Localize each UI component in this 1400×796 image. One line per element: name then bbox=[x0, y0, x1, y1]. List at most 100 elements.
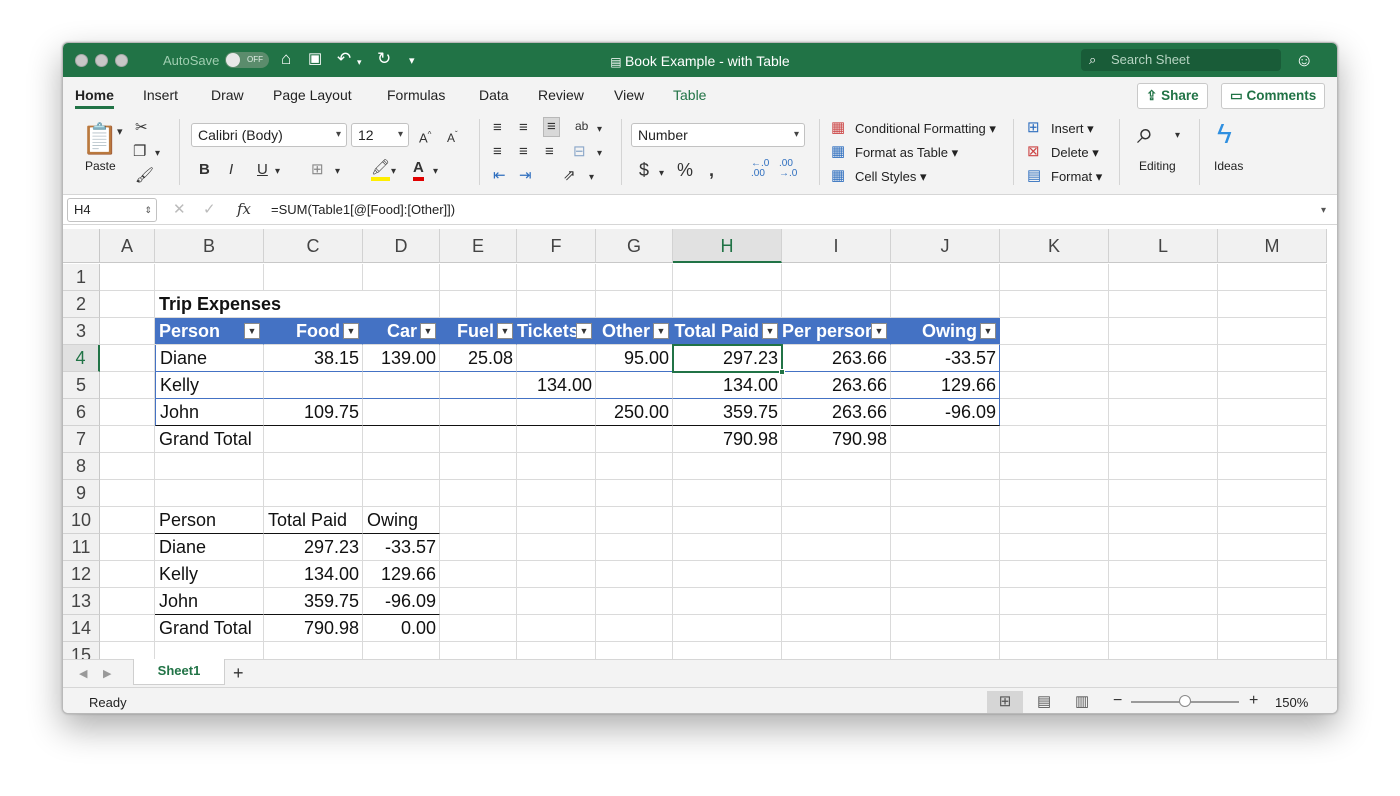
grid-cell[interactable] bbox=[100, 264, 155, 291]
borders-icon[interactable]: ⊞ bbox=[311, 161, 324, 179]
grid-cell[interactable] bbox=[264, 642, 363, 659]
align-center-icon[interactable]: ≡ bbox=[519, 143, 528, 161]
table-person-cell[interactable]: Diane bbox=[155, 345, 264, 372]
summary-value-cell[interactable]: 134.00 bbox=[264, 561, 363, 588]
filter-dropdown-icon[interactable]: ▼ bbox=[244, 323, 260, 339]
grid-cell[interactable] bbox=[100, 453, 155, 480]
grid-cell[interactable] bbox=[596, 453, 673, 480]
row-header[interactable]: 8 bbox=[63, 453, 100, 480]
table-value-cell[interactable]: 139.00 bbox=[363, 345, 440, 372]
format-cells-button[interactable]: Format ▾ bbox=[1051, 169, 1102, 185]
grid-cell[interactable] bbox=[1109, 615, 1218, 642]
format-as-table-button[interactable]: Format as Table ▾ bbox=[855, 145, 958, 161]
grid-cell[interactable] bbox=[1109, 507, 1218, 534]
paste-dropdown-icon[interactable]: ▾ bbox=[117, 123, 123, 141]
row-header[interactable]: 4 bbox=[63, 345, 100, 372]
row-header[interactable]: 2 bbox=[63, 291, 100, 318]
cut-icon[interactable]: ✂ bbox=[135, 119, 148, 137]
normal-view-icon[interactable]: ⊞ bbox=[987, 691, 1023, 713]
row-header[interactable]: 9 bbox=[63, 480, 100, 507]
table-value-cell[interactable]: 263.66 bbox=[782, 345, 891, 372]
grid-cell[interactable] bbox=[100, 345, 155, 372]
grid-cell[interactable] bbox=[517, 588, 596, 615]
tab-view[interactable]: View bbox=[614, 87, 644, 103]
grand-total-cell[interactable] bbox=[440, 426, 517, 453]
grid-cell[interactable] bbox=[1218, 291, 1327, 318]
summary-value-cell[interactable]: -96.09 bbox=[363, 588, 440, 615]
grid-cell[interactable] bbox=[891, 264, 1000, 291]
grid-cell[interactable] bbox=[1000, 399, 1109, 426]
zoom-in-icon[interactable]: + bbox=[1249, 692, 1258, 710]
grid-cell[interactable] bbox=[782, 453, 891, 480]
summary-value-cell[interactable]: 129.66 bbox=[363, 561, 440, 588]
grid-cell[interactable] bbox=[1109, 480, 1218, 507]
grand-total-cell[interactable] bbox=[596, 426, 673, 453]
grid-cell[interactable] bbox=[1218, 615, 1327, 642]
table-header[interactable]: Other ▼ bbox=[596, 318, 673, 345]
table-header[interactable]: Total Paid ▼ bbox=[673, 318, 782, 345]
paste-icon[interactable]: 📋 bbox=[81, 123, 118, 157]
font-color-dropdown-icon[interactable]: ▾ bbox=[433, 163, 438, 181]
grid-cell[interactable] bbox=[1109, 453, 1218, 480]
font-name-select[interactable]: Calibri (Body) ▾ bbox=[191, 123, 347, 147]
table-header[interactable]: Food ▼ bbox=[264, 318, 363, 345]
tab-review[interactable]: Review bbox=[538, 87, 584, 103]
search-sheet-input[interactable]: ⌕ Search Sheet bbox=[1081, 49, 1281, 71]
table-value-cell[interactable]: 25.08 bbox=[440, 345, 517, 372]
table-value-cell[interactable] bbox=[363, 399, 440, 426]
merge-dropdown-icon[interactable]: ▾ bbox=[589, 169, 594, 187]
table-value-cell[interactable]: 134.00 bbox=[517, 372, 596, 399]
ideas-label[interactable]: Ideas bbox=[1214, 159, 1243, 173]
name-box-stepper-icon[interactable]: ⇕ bbox=[144, 199, 152, 221]
grid-cell[interactable] bbox=[517, 507, 596, 534]
page-break-view-icon[interactable]: ▥ bbox=[1075, 693, 1089, 711]
tab-page-layout[interactable]: Page Layout bbox=[273, 87, 352, 103]
grand-total-label[interactable]: Grand Total bbox=[155, 426, 264, 453]
grid-cell[interactable] bbox=[673, 588, 782, 615]
grid-cell[interactable] bbox=[440, 588, 517, 615]
grid-cell[interactable] bbox=[891, 291, 1000, 318]
previous-sheet-icon[interactable]: ◀ bbox=[79, 665, 87, 683]
grid-cell[interactable] bbox=[100, 399, 155, 426]
column-header[interactable]: G bbox=[596, 229, 673, 263]
table-value-cell[interactable]: -33.57 bbox=[891, 345, 1000, 372]
tab-data[interactable]: Data bbox=[479, 87, 509, 103]
row-header[interactable]: 6 bbox=[63, 399, 100, 426]
bold-icon[interactable]: B bbox=[199, 161, 210, 179]
grid-cell[interactable] bbox=[673, 291, 782, 318]
grid-cell[interactable] bbox=[1000, 291, 1109, 318]
grid-cell[interactable] bbox=[1000, 426, 1109, 453]
summary-person-cell[interactable]: Kelly bbox=[155, 561, 264, 588]
sheet-tab-sheet1[interactable]: Sheet1 bbox=[133, 659, 225, 685]
grid-cell[interactable] bbox=[673, 561, 782, 588]
align-middle-icon[interactable]: ≡ bbox=[519, 119, 528, 137]
insert-cells-button[interactable]: Insert ▾ bbox=[1051, 121, 1094, 137]
conditional-formatting-button[interactable]: Conditional Formatting ▾ bbox=[855, 121, 996, 137]
table-person-cell[interactable]: John bbox=[155, 399, 264, 426]
summary-value-cell[interactable]: -33.57 bbox=[363, 534, 440, 561]
grid-cell[interactable] bbox=[782, 561, 891, 588]
table-value-cell[interactable]: 109.75 bbox=[264, 399, 363, 426]
grid-cell[interactable] bbox=[264, 264, 363, 291]
table-value-cell[interactable]: -96.09 bbox=[891, 399, 1000, 426]
align-left-icon[interactable]: ≡ bbox=[493, 143, 502, 161]
table-value-cell[interactable]: 95.00 bbox=[596, 345, 673, 372]
grid-cell[interactable] bbox=[1218, 318, 1327, 345]
grid-cell[interactable] bbox=[596, 507, 673, 534]
copy-dropdown-icon[interactable]: ▾ bbox=[155, 145, 160, 163]
tab-draw[interactable]: Draw bbox=[211, 87, 244, 103]
grid-cell[interactable] bbox=[100, 507, 155, 534]
table-header[interactable]: Tickets ▼ bbox=[517, 318, 596, 345]
tab-insert[interactable]: Insert bbox=[143, 87, 178, 103]
filter-dropdown-icon[interactable]: ▼ bbox=[343, 323, 359, 339]
row-header[interactable]: 13 bbox=[63, 588, 100, 615]
summary-header[interactable]: Total Paid bbox=[264, 507, 363, 534]
grid-cell[interactable] bbox=[440, 642, 517, 659]
grid-cell[interactable] bbox=[673, 615, 782, 642]
grid-cell[interactable] bbox=[1109, 642, 1218, 659]
table-value-cell[interactable]: 263.66 bbox=[782, 372, 891, 399]
grid-cell[interactable] bbox=[1000, 534, 1109, 561]
font-color-icon[interactable]: A bbox=[413, 159, 424, 181]
currency-dropdown-icon[interactable]: ▾ bbox=[659, 165, 664, 183]
number-format-select[interactable]: Number ▾ bbox=[631, 123, 805, 147]
